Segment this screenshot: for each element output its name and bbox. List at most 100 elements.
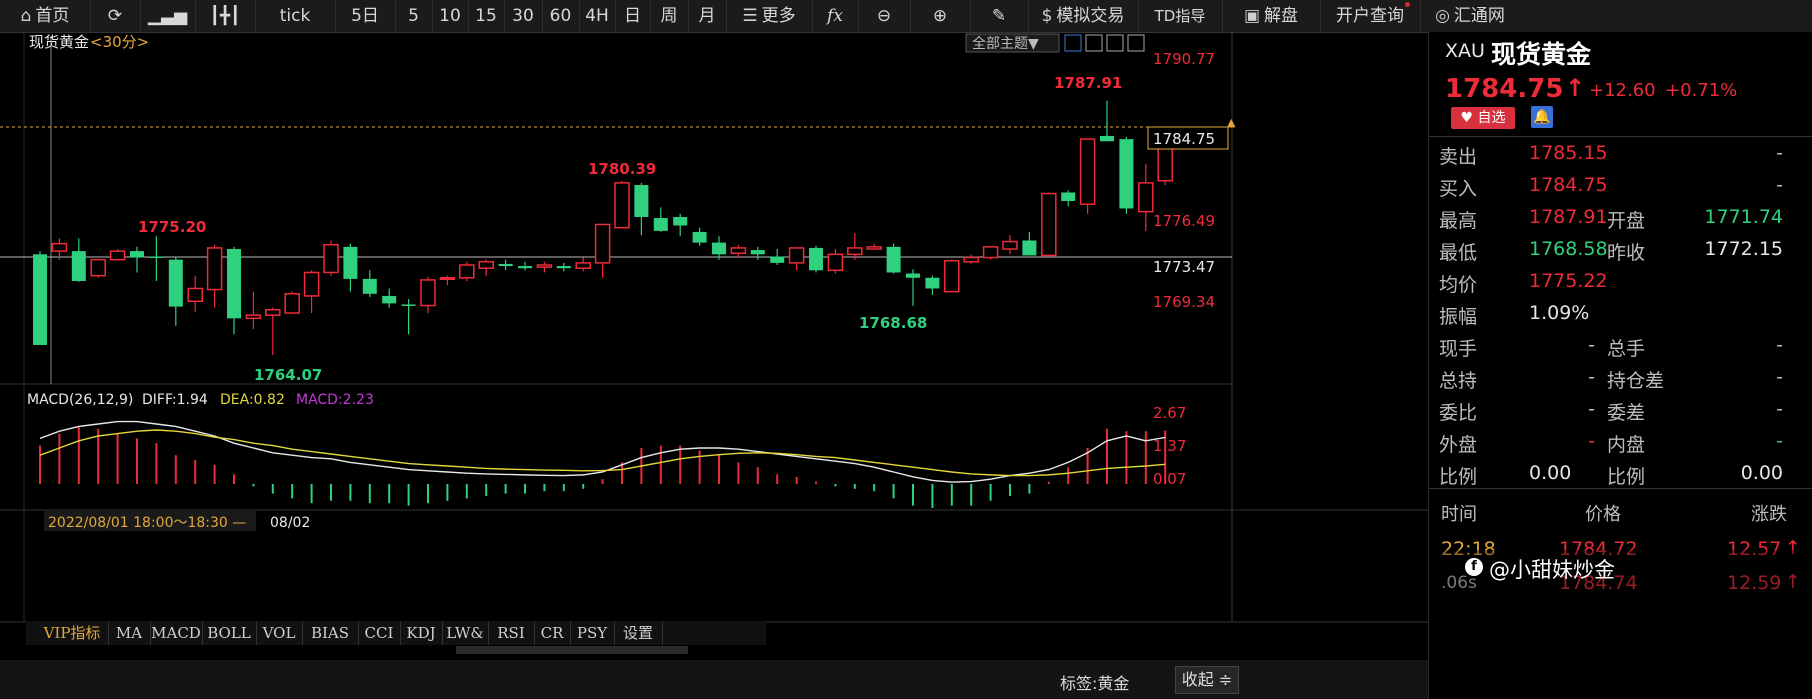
period-30[interactable]: 30 bbox=[504, 0, 543, 32]
simulate-trade-button[interactable]: $ 模拟交易 bbox=[1028, 0, 1139, 32]
candle-body bbox=[149, 256, 164, 258]
period-15[interactable]: 15 bbox=[468, 0, 505, 32]
brand-logo-icon: ◎ bbox=[1435, 6, 1450, 26]
scroll-handle[interactable] bbox=[456, 646, 688, 654]
tab-vip-indicator[interactable]: VIP指标 bbox=[36, 621, 109, 645]
candlestick-icon: ┃╋┃ bbox=[209, 6, 241, 26]
candle-body bbox=[712, 242, 726, 255]
period-week[interactable]: 周 bbox=[650, 0, 689, 32]
quote-key-2: 总手 bbox=[1607, 338, 1646, 360]
candle-body bbox=[303, 271, 320, 297]
refresh-button[interactable]: ⟳ bbox=[90, 0, 141, 32]
candle-body bbox=[439, 277, 456, 281]
period-4h[interactable]: 4H bbox=[579, 0, 616, 32]
candle-body bbox=[788, 247, 805, 264]
period-day[interactable]: 日 bbox=[615, 0, 651, 32]
quote-key-2: 委差 bbox=[1607, 402, 1646, 424]
kline-chart[interactable]: 现货黄金 <30分> 全部主题▼ 1790.77 1784.75 1776.49… bbox=[0, 32, 1428, 660]
period-5day[interactable]: 5日 bbox=[335, 0, 396, 32]
step-left-icon[interactable] bbox=[1106, 34, 1124, 52]
candle-body bbox=[1002, 240, 1018, 250]
candle-body bbox=[963, 256, 979, 263]
list-icon: ☰ bbox=[742, 6, 758, 26]
quote-value: 0.00 bbox=[1529, 462, 1572, 484]
tab-boll[interactable]: BOLL bbox=[202, 621, 257, 645]
candle-body bbox=[478, 261, 494, 269]
candle-body bbox=[265, 309, 281, 316]
tab-macd[interactable]: MACD bbox=[150, 621, 203, 645]
candle-body bbox=[459, 264, 475, 279]
alert-button[interactable]: 🔔 bbox=[1531, 106, 1553, 128]
candle-body bbox=[653, 218, 668, 231]
formula-button[interactable]: fx bbox=[812, 0, 859, 32]
tab-rsi[interactable]: RSI bbox=[488, 621, 535, 645]
tab-lw[interactable]: LW& bbox=[442, 621, 489, 645]
quote-row: 卖出 1785.15 - bbox=[1429, 136, 1812, 172]
tag-label: 标签:黄金 bbox=[1060, 674, 1130, 693]
chat-icon: ▣ bbox=[1243, 6, 1261, 26]
quote-value: - bbox=[1588, 366, 1595, 388]
quote-key: 比例 bbox=[1439, 466, 1478, 488]
period-10[interactable]: 10 bbox=[432, 0, 469, 32]
tick-button[interactable]: tick bbox=[255, 0, 336, 32]
tab-ma[interactable]: MA bbox=[108, 621, 151, 645]
tab-psy[interactable]: PSY bbox=[570, 621, 615, 645]
quote-value-2: - bbox=[1776, 142, 1783, 164]
candle-body bbox=[518, 266, 532, 269]
quote-row: 委比 - 委差 - bbox=[1429, 392, 1812, 428]
candle-body bbox=[827, 253, 844, 272]
candle-body bbox=[594, 223, 611, 264]
tab-cci[interactable]: CCI bbox=[358, 621, 401, 645]
td-guide-button[interactable]: TD指导 bbox=[1138, 0, 1223, 32]
tab-vol[interactable]: VOL bbox=[256, 621, 303, 645]
brand-link[interactable]: ◎ 汇通网 bbox=[1420, 0, 1520, 32]
account-query-button[interactable]: 开户查询 bbox=[1320, 0, 1421, 32]
period-month[interactable]: 月 bbox=[688, 0, 727, 32]
layout-icons[interactable] bbox=[1064, 34, 1145, 52]
candle-type-button[interactable]: ┃╋┃ bbox=[195, 0, 256, 32]
macd-value-label: MACD:2.23 bbox=[296, 392, 374, 408]
crosshair-icon[interactable] bbox=[1064, 34, 1082, 52]
chart-type-button[interactable]: ▁▃▅ bbox=[140, 0, 196, 32]
more-button[interactable]: ☰ 更多 bbox=[726, 0, 813, 32]
zoom-in-button[interactable]: ⊕ bbox=[910, 0, 971, 32]
quote-value: - bbox=[1588, 334, 1595, 356]
quote-key-2: 比例 bbox=[1607, 466, 1646, 488]
quote-row: 现手 - 总手 - bbox=[1429, 328, 1812, 364]
layout-icon[interactable] bbox=[1085, 34, 1103, 52]
home-button[interactable]: ⌂ 首页 bbox=[0, 0, 91, 32]
candle-body bbox=[420, 279, 436, 307]
trade-header-change: 涨跌 bbox=[1751, 504, 1787, 525]
candle-body bbox=[245, 314, 262, 320]
step-right-icon[interactable] bbox=[1127, 34, 1145, 52]
candle-body bbox=[109, 250, 126, 261]
period-5[interactable]: 5 bbox=[395, 0, 433, 32]
candle-body bbox=[556, 266, 571, 269]
chart-title: 现货黄金 bbox=[29, 33, 89, 51]
quote-row: 买入 1784.75 - bbox=[1429, 168, 1812, 204]
quote-value: 1784.75 bbox=[1529, 174, 1608, 196]
decode-button[interactable]: ▣ 解盘 bbox=[1222, 0, 1321, 32]
favorite-button[interactable]: ♥ 自选 bbox=[1451, 107, 1515, 129]
zoom-in-icon: ⊕ bbox=[932, 6, 948, 26]
price-axis-label-4: 1769.34 bbox=[1153, 293, 1215, 311]
period-60[interactable]: 60 bbox=[542, 0, 580, 32]
tab-kdj[interactable]: KDJ bbox=[400, 621, 443, 645]
collapse-button[interactable]: 收起 ≑ bbox=[1175, 666, 1239, 694]
candle-body bbox=[1119, 139, 1134, 209]
tab-bias[interactable]: BIAS bbox=[302, 621, 359, 645]
quote-panel: XAU 现货黄金 1784.75 ↑ +12.60 +0.71% ♥ 自选 🔔 … bbox=[1428, 32, 1812, 699]
candle-body bbox=[730, 247, 747, 255]
macd-axis-top: 2.67 bbox=[1153, 404, 1186, 422]
candle-body bbox=[323, 243, 339, 274]
quote-value-2: 1772.15 bbox=[1704, 238, 1783, 260]
candle-body bbox=[673, 217, 688, 226]
candle-body bbox=[575, 262, 591, 269]
quote-row: 总持 - 持仓差 - bbox=[1429, 360, 1812, 396]
tab-cr[interactable]: CR bbox=[534, 621, 571, 645]
draw-button[interactable]: ✎ bbox=[970, 0, 1029, 32]
zoom-out-button[interactable]: ⊖ bbox=[858, 0, 911, 32]
macd-label: MACD(26,12,9) bbox=[27, 392, 133, 408]
quote-value: - bbox=[1588, 430, 1595, 452]
tab-settings[interactable]: 设置 bbox=[614, 621, 663, 645]
